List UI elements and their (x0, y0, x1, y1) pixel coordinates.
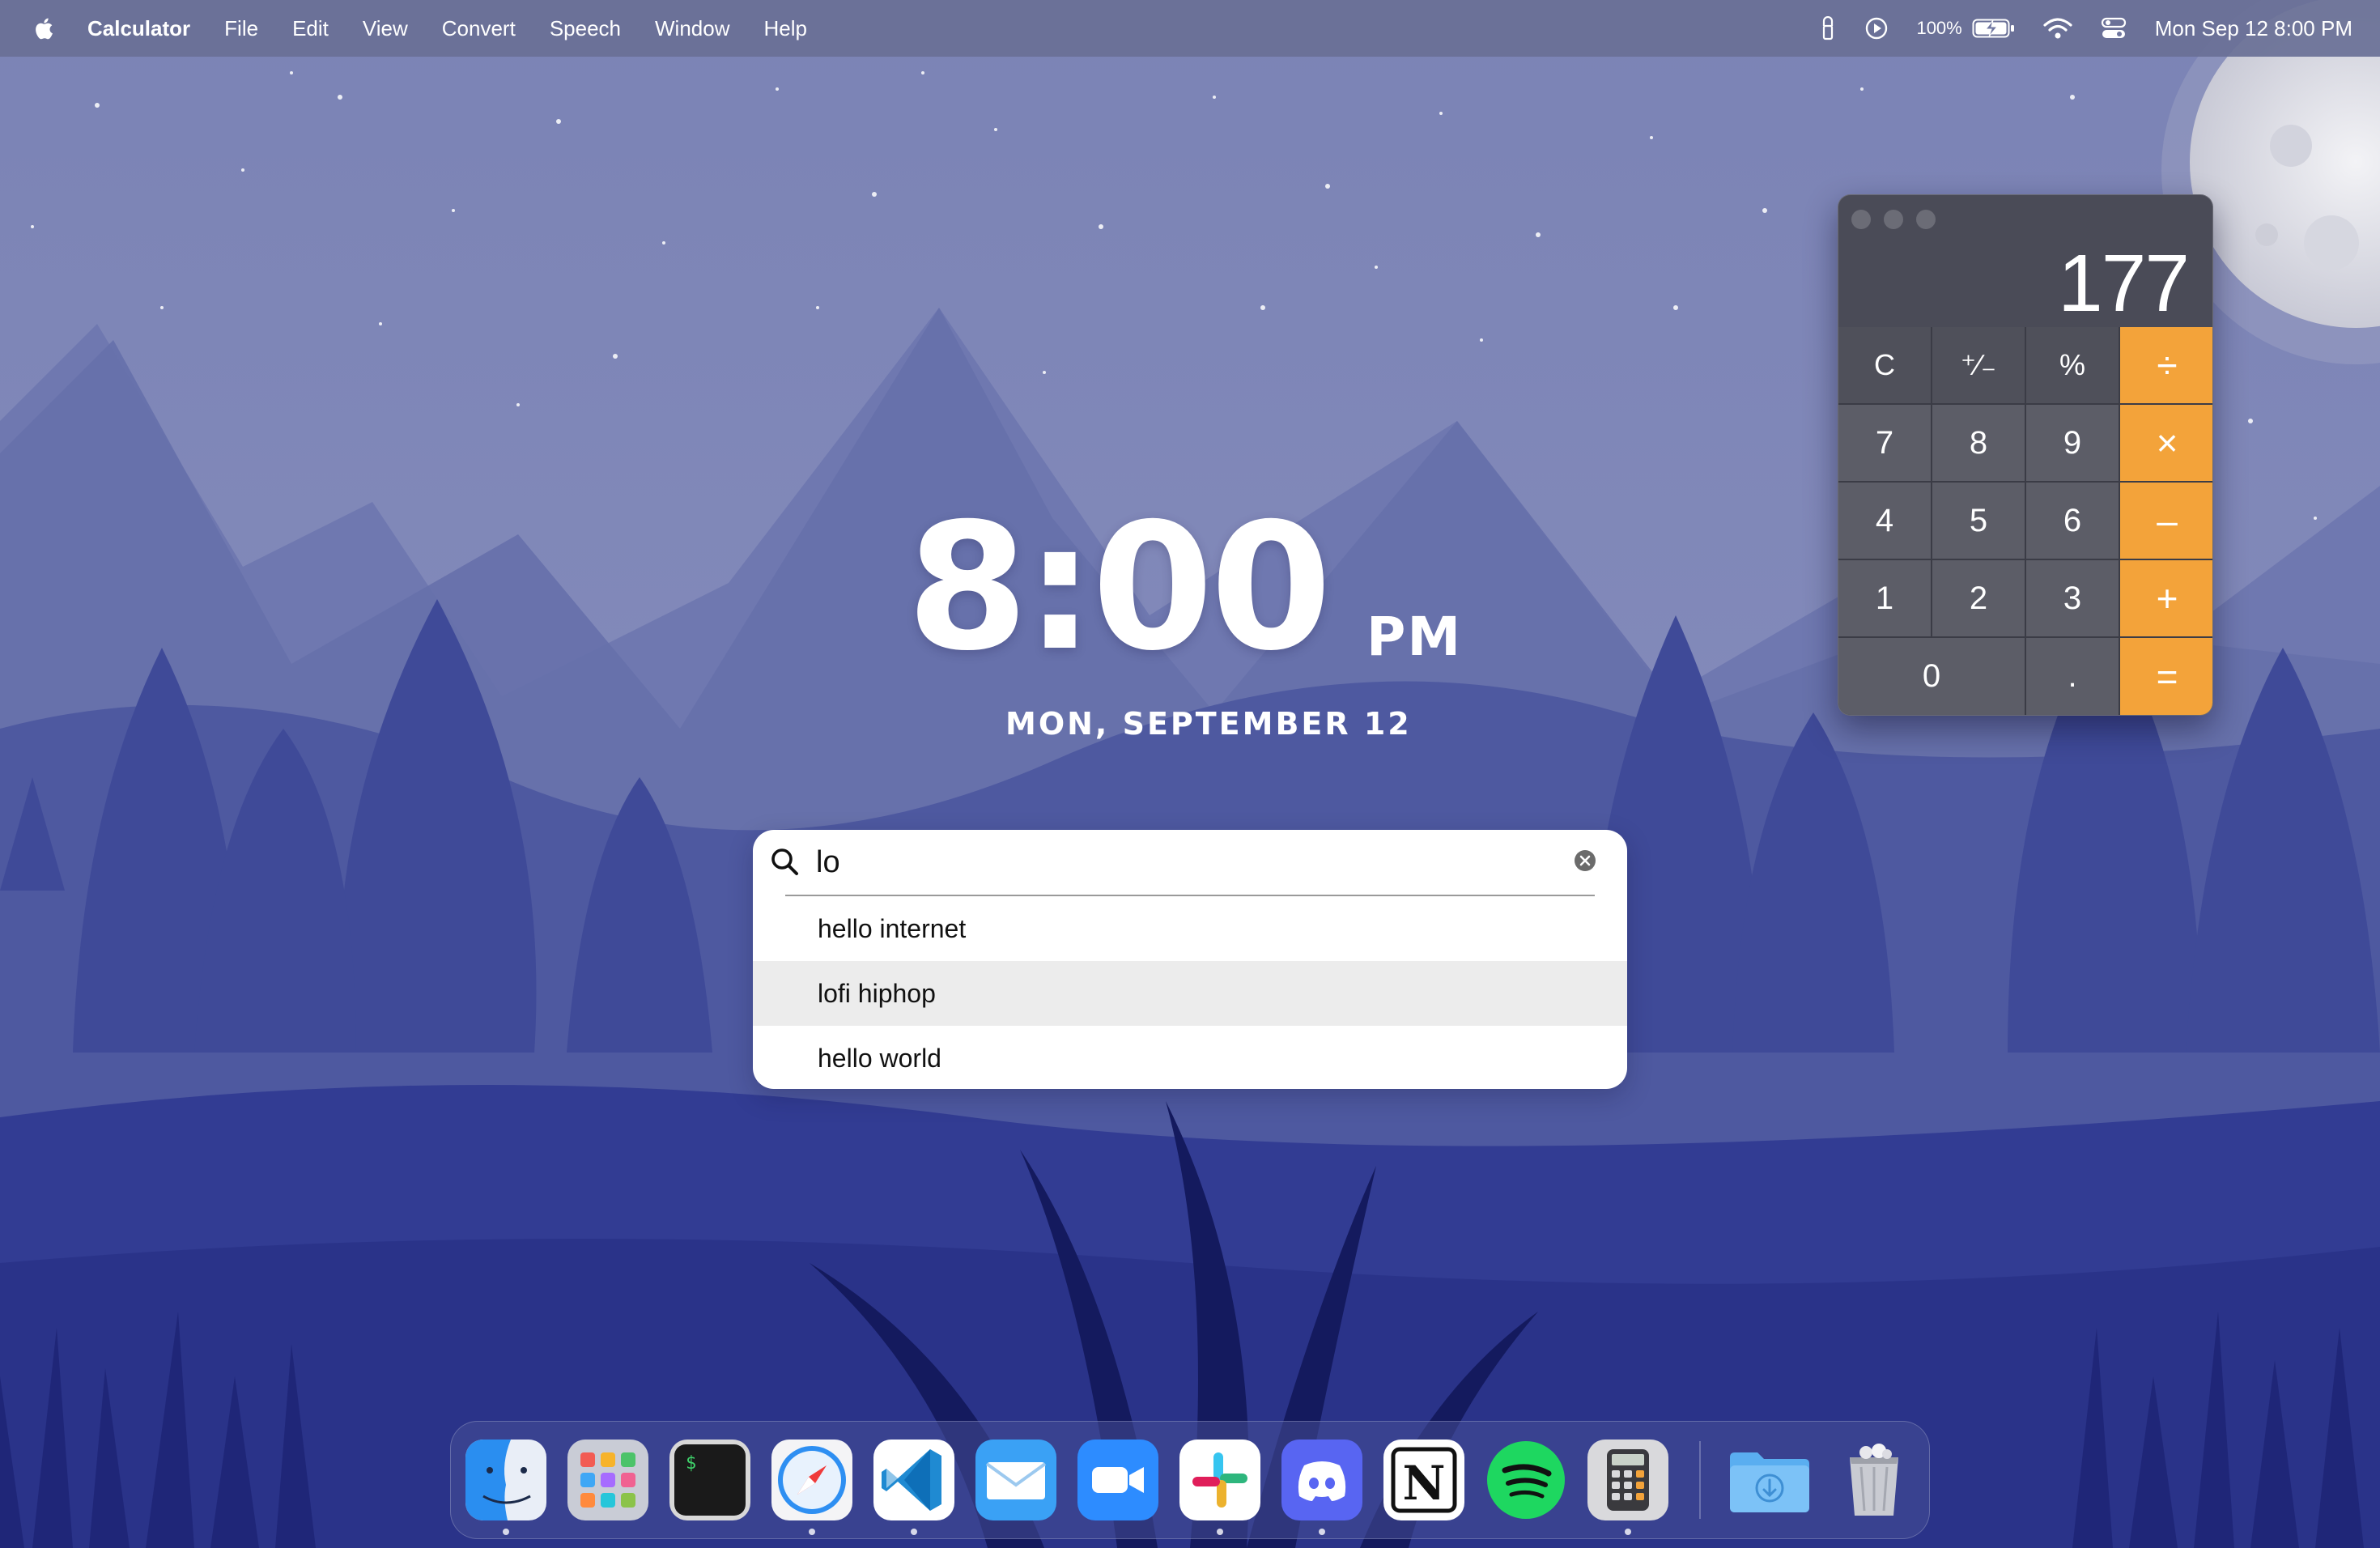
clear-search-icon[interactable] (1572, 848, 1598, 874)
running-indicator (1319, 1529, 1325, 1535)
calculator-window: 177 C ⁺∕₋ % ÷ 7 8 9 × 4 5 6 – 1 2 3 + 0 … (1838, 194, 2213, 716)
digit-6-key[interactable]: 6 (2026, 483, 2120, 560)
menu-edit[interactable]: Edit (292, 16, 329, 41)
battery-charging-icon[interactable] (1972, 17, 2016, 40)
digit-4-key[interactable]: 4 (1838, 483, 1932, 560)
status-area: 100% Mon Sep 12 8:00 PM (1819, 0, 2352, 57)
menu-file[interactable]: File (224, 16, 258, 41)
discord-icon[interactable] (1281, 1440, 1362, 1520)
digit-3-key[interactable]: 3 (2026, 560, 2120, 638)
menubar-clock[interactable]: Mon Sep 12 8:00 PM (2155, 16, 2352, 41)
digit-8-key[interactable]: 8 (1932, 405, 2026, 483)
downloads-folder-icon[interactable] (1725, 1440, 1814, 1520)
notion-glyph: N (1402, 1456, 1445, 1511)
menu-help[interactable]: Help (763, 16, 806, 41)
spotify-icon[interactable] (1485, 1440, 1566, 1520)
zoom-window-button[interactable] (1916, 210, 1936, 229)
play-circle-icon[interactable] (1864, 16, 1889, 40)
menu-view[interactable]: View (363, 16, 408, 41)
mail-icon[interactable] (975, 1440, 1056, 1520)
slack-icon[interactable] (1179, 1440, 1260, 1520)
vscode-icon[interactable] (873, 1440, 954, 1520)
running-indicator (1625, 1529, 1631, 1535)
decimal-key[interactable]: . (2026, 638, 2120, 715)
battery-percent: 100% (1916, 18, 1962, 38)
digit-1-key[interactable]: 1 (1838, 560, 1932, 638)
menu-window[interactable]: Window (655, 16, 729, 41)
running-indicator (809, 1529, 815, 1535)
launchpad-icon[interactable] (567, 1440, 648, 1520)
menu-convert[interactable]: Convert (442, 16, 516, 41)
finder-icon[interactable] (465, 1440, 546, 1520)
calculator-titlebar[interactable] (1838, 195, 2212, 244)
menu-speech[interactable]: Speech (550, 16, 621, 41)
suggestion-list: hello internet lofi hiphop hello world (753, 896, 1627, 1089)
multiply-key[interactable]: × (2120, 405, 2212, 483)
trash-icon[interactable] (1834, 1440, 1915, 1520)
running-indicator (911, 1529, 917, 1535)
search-icon (771, 848, 798, 875)
dock-separator (1699, 1441, 1701, 1519)
search-widget: hello internet lofi hiphop hello world (753, 830, 1627, 1089)
dock: $ N (450, 1421, 1930, 1539)
clock-time: 8:00 (907, 486, 1332, 689)
search-input[interactable] (816, 840, 1528, 885)
wifi-icon[interactable] (2043, 17, 2072, 40)
terminal-prompt: $ (686, 1453, 696, 1474)
digit-7-key[interactable]: 7 (1838, 405, 1932, 483)
divide-key[interactable]: ÷ (2120, 327, 2212, 405)
digit-0-key[interactable]: 0 (1838, 638, 2026, 715)
notion-icon[interactable]: N (1383, 1440, 1464, 1520)
digit-2-key[interactable]: 2 (1932, 560, 2026, 638)
clock-date: MON, SEPTEMBER 12 (1005, 706, 1412, 742)
running-indicator (1217, 1529, 1223, 1535)
control-center-icon[interactable] (2100, 16, 2127, 40)
digit-9-key[interactable]: 9 (2026, 405, 2120, 483)
touch-bar-icon[interactable] (1819, 16, 1837, 40)
add-key[interactable]: + (2120, 560, 2212, 638)
subtract-key[interactable]: – (2120, 483, 2212, 560)
apple-menu-icon[interactable] (28, 12, 60, 45)
clear-key[interactable]: C (1838, 327, 1932, 405)
close-window-button[interactable] (1851, 210, 1871, 229)
calculator-display: 177 (2058, 238, 2190, 329)
search-bar (753, 830, 1627, 895)
suggestion-item-highlighted[interactable]: lofi hiphop (753, 961, 1627, 1026)
menu-bar: Calculator File Edit View Convert Speech… (0, 0, 2380, 57)
suggestion-item[interactable]: hello world (753, 1026, 1627, 1089)
calculator-app-icon[interactable] (1587, 1440, 1668, 1520)
safari-icon[interactable] (771, 1440, 852, 1520)
clock-ampm: PM (1366, 606, 1463, 668)
minimize-window-button[interactable] (1884, 210, 1903, 229)
menu-app-name[interactable]: Calculator (87, 16, 190, 41)
running-indicator (503, 1529, 509, 1535)
equals-key[interactable]: = (2120, 638, 2212, 715)
terminal-icon[interactable]: $ (669, 1440, 750, 1520)
sign-toggle-key[interactable]: ⁺∕₋ (1932, 327, 2026, 405)
zoom-icon[interactable] (1077, 1440, 1158, 1520)
calculator-keypad: C ⁺∕₋ % ÷ 7 8 9 × 4 5 6 – 1 2 3 + 0 . = (1838, 327, 2212, 715)
digit-5-key[interactable]: 5 (1932, 483, 2026, 560)
suggestion-item[interactable]: hello internet (753, 896, 1627, 961)
percent-key[interactable]: % (2026, 327, 2120, 405)
